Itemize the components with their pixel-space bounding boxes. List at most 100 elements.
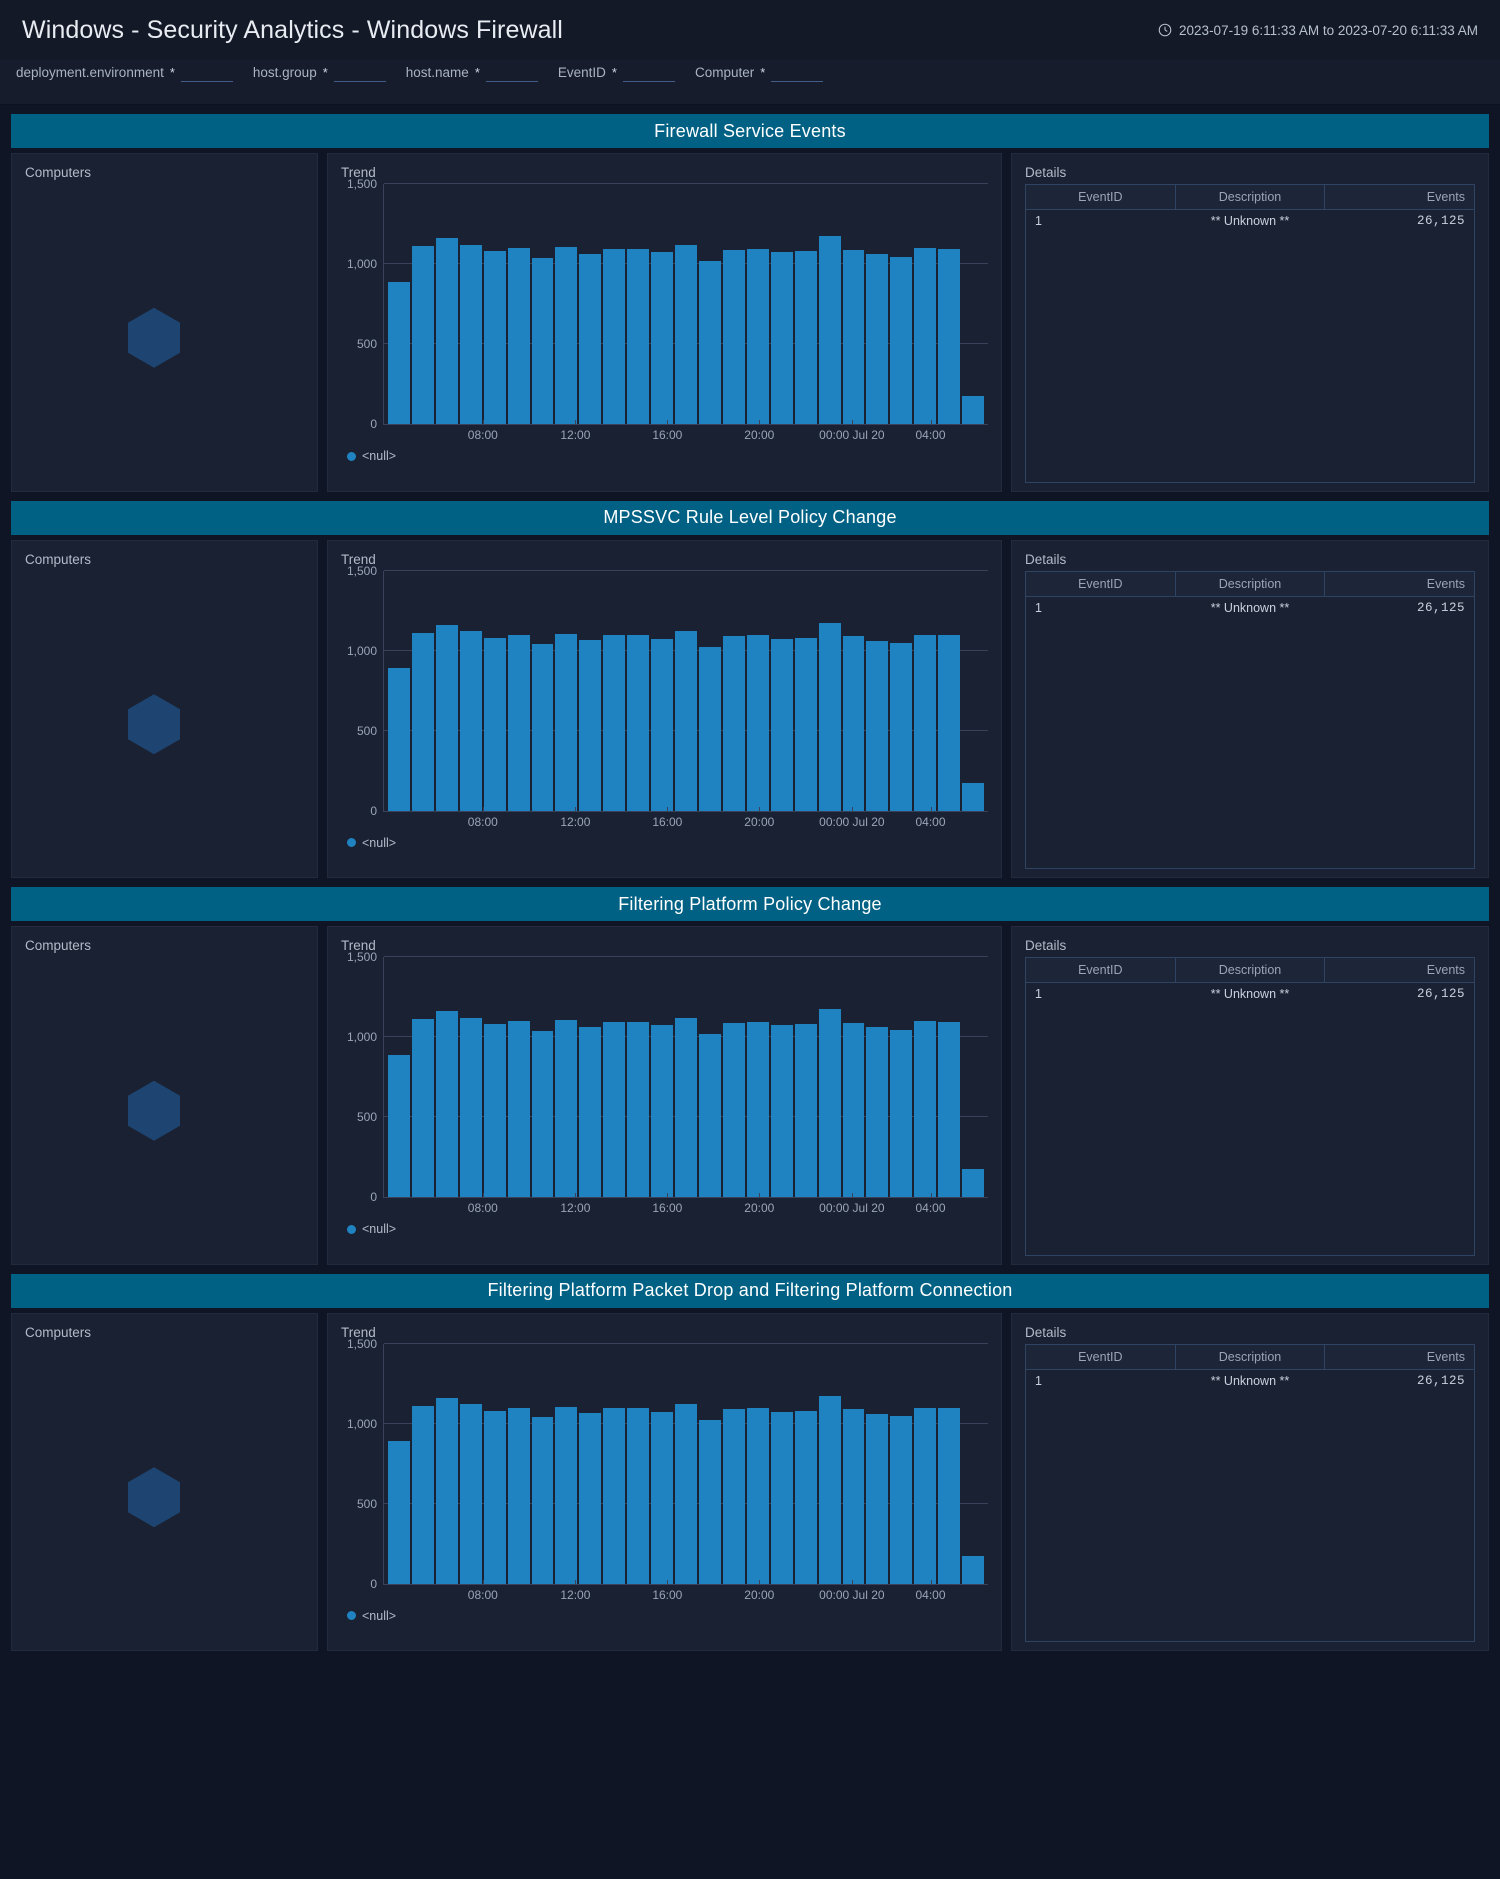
chart-bar[interactable] xyxy=(722,249,745,424)
chart-bar[interactable] xyxy=(579,640,602,811)
chart-bar[interactable] xyxy=(962,1169,985,1197)
chart-bar[interactable] xyxy=(411,632,434,811)
chart-bar[interactable] xyxy=(794,1024,817,1197)
details-table[interactable]: EventID Description Events 1 ** Unknown ** 2… xyxy=(1025,957,1475,1256)
chart-bar[interactable] xyxy=(938,248,961,424)
details-table-column-header[interactable]: EventID xyxy=(1025,184,1176,210)
chart-bar[interactable] xyxy=(698,260,721,424)
details-table[interactable]: EventID Description Events 1 ** Unknown ** 2… xyxy=(1025,570,1475,869)
chart-bar[interactable] xyxy=(483,1410,506,1584)
chart-legend[interactable]: <null> xyxy=(347,1609,988,1623)
table-row[interactable]: 1 ** Unknown ** 26,125 xyxy=(1026,983,1475,1006)
chart-bar[interactable] xyxy=(435,1397,458,1584)
hexagon-icon[interactable] xyxy=(128,1080,180,1141)
chart-bar[interactable] xyxy=(483,1024,506,1197)
table-row[interactable]: 1 ** Unknown ** 26,125 xyxy=(1026,596,1475,619)
details-table-column-header[interactable]: EventID xyxy=(1025,571,1176,597)
details-table-column-header[interactable]: Description xyxy=(1175,1344,1326,1370)
chart-legend[interactable]: <null> xyxy=(347,836,988,850)
details-table[interactable]: EventID Description Events 1 ** Unknown ** 2… xyxy=(1025,1343,1475,1642)
filter-input-host-name[interactable] xyxy=(485,64,538,82)
chart-bar[interactable] xyxy=(866,1027,889,1197)
computers-visualization[interactable] xyxy=(25,571,304,889)
chart-bar[interactable] xyxy=(459,244,482,424)
details-table[interactable]: EventID Description Events 1 ** Unknown ** 2… xyxy=(1025,184,1475,483)
trend-bar-chart[interactable]: 0 500 1,000 1,500 08:00 12:00 16:00 20:00 00:00… xyxy=(341,564,988,850)
chart-bar[interactable] xyxy=(746,248,769,424)
filter-input-host-group[interactable] xyxy=(333,64,386,82)
computers-visualization[interactable] xyxy=(25,1344,304,1662)
chart-bar[interactable] xyxy=(507,1407,530,1584)
chart-bar[interactable] xyxy=(746,635,769,811)
chart-bar[interactable] xyxy=(794,1410,817,1584)
chart-bar[interactable] xyxy=(722,636,745,811)
chart-bar[interactable] xyxy=(698,1420,721,1584)
chart-bar[interactable] xyxy=(507,248,530,424)
trend-bar-chart[interactable]: 0 500 1,000 1,500 08:00 12:00 16:00 20:00 00:00… xyxy=(341,177,988,463)
chart-bar[interactable] xyxy=(555,247,578,424)
chart-bar[interactable] xyxy=(914,1021,937,1197)
chart-bar[interactable] xyxy=(890,1029,913,1197)
chart-bar[interactable] xyxy=(603,1021,626,1197)
chart-bar[interactable] xyxy=(866,254,889,424)
table-row[interactable]: 1 ** Unknown ** 26,125 xyxy=(1026,1369,1475,1392)
chart-bar[interactable] xyxy=(483,251,506,424)
chart-legend[interactable]: <null> xyxy=(347,1222,988,1236)
chart-bar[interactable] xyxy=(914,634,937,811)
details-table-column-header[interactable]: EventID xyxy=(1025,957,1176,983)
chart-bar[interactable] xyxy=(627,635,650,811)
details-table-column-header[interactable]: Description xyxy=(1175,571,1326,597)
details-table-column-header[interactable]: Description xyxy=(1175,957,1326,983)
chart-bar[interactable] xyxy=(722,1022,745,1197)
chart-bar[interactable] xyxy=(675,244,697,424)
filter-input-eventid[interactable] xyxy=(622,64,675,82)
details-table-column-header[interactable]: Events xyxy=(1324,1344,1475,1370)
computers-visualization[interactable] xyxy=(25,957,304,1275)
chart-bar[interactable] xyxy=(555,1406,578,1584)
hexagon-icon[interactable] xyxy=(128,307,180,368)
details-table-column-header[interactable]: Events xyxy=(1324,184,1475,210)
trend-bar-chart[interactable]: 0 500 1,000 1,500 08:00 12:00 16:00 20:00 00:00… xyxy=(341,950,988,1236)
chart-bar[interactable] xyxy=(794,637,817,811)
chart-bar[interactable] xyxy=(459,631,482,811)
chart-bar[interactable] xyxy=(483,637,506,811)
hexagon-icon[interactable] xyxy=(128,694,180,755)
chart-bar[interactable] xyxy=(794,251,817,424)
chart-bar[interactable] xyxy=(651,1411,674,1584)
chart-bar[interactable] xyxy=(675,1404,697,1584)
chart-bar[interactable] xyxy=(818,622,841,811)
chart-bar[interactable] xyxy=(770,1411,793,1584)
chart-bar[interactable] xyxy=(651,638,674,811)
chart-bar[interactable] xyxy=(818,1009,841,1197)
details-table-column-header[interactable]: Events xyxy=(1324,571,1475,597)
chart-bar[interactable] xyxy=(770,1025,793,1197)
chart-bar[interactable] xyxy=(579,1026,602,1197)
filter-host-name[interactable]: host.name * xyxy=(406,64,538,100)
chart-bar[interactable] xyxy=(531,257,554,424)
chart-bar[interactable] xyxy=(579,253,602,424)
chart-bar[interactable] xyxy=(555,1020,578,1197)
chart-bar[interactable] xyxy=(435,238,458,424)
chart-bar[interactable] xyxy=(507,634,530,811)
chart-bar[interactable] xyxy=(770,252,793,424)
details-table-column-header[interactable]: Description xyxy=(1175,184,1326,210)
chart-bar[interactable] xyxy=(938,1021,961,1197)
chart-bar[interactable] xyxy=(890,643,913,811)
chart-bar[interactable] xyxy=(388,281,410,424)
chart-bar[interactable] xyxy=(579,1413,602,1584)
chart-bar[interactable] xyxy=(435,624,458,811)
chart-bar[interactable] xyxy=(675,1017,697,1197)
chart-bar[interactable] xyxy=(938,1408,961,1584)
chart-bar[interactable] xyxy=(914,248,937,424)
trend-bar-chart[interactable]: 0 500 1,000 1,500 08:00 12:00 16:00 20:00 00:00… xyxy=(341,1337,988,1623)
chart-bar[interactable] xyxy=(866,1413,889,1584)
chart-bar[interactable] xyxy=(435,1011,458,1197)
chart-bar[interactable] xyxy=(746,1021,769,1197)
chart-bar[interactable] xyxy=(388,1054,410,1197)
chart-bar[interactable] xyxy=(842,636,865,811)
chart-bar[interactable] xyxy=(627,1021,650,1197)
chart-bar[interactable] xyxy=(842,249,865,424)
chart-bar[interactable] xyxy=(818,236,841,424)
chart-bar[interactable] xyxy=(627,248,650,424)
chart-bar[interactable] xyxy=(818,1395,841,1584)
